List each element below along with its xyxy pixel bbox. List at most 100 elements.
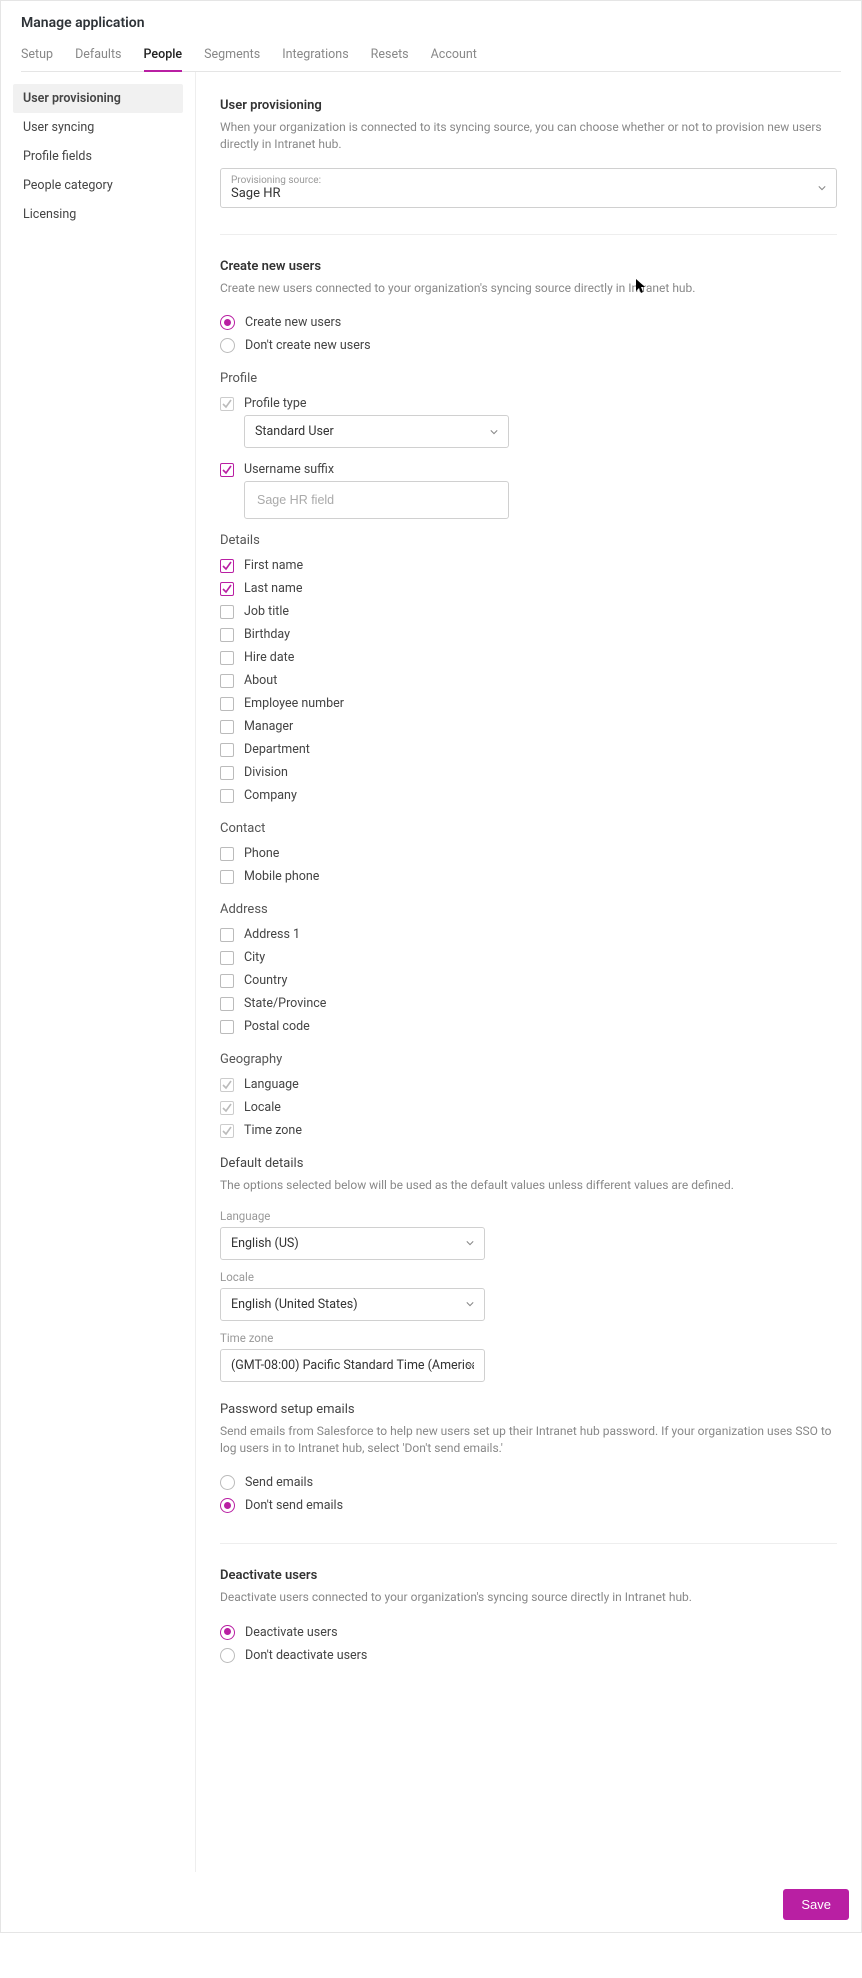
tab-people[interactable]: People [144,41,183,72]
deactivate-users-radio-label-1: Don't deactivate users [245,1648,367,1663]
create-users-radio-0[interactable] [220,315,235,330]
provisioning-source-select[interactable]: Provisioning source: Sage HR [220,168,837,208]
details-checkbox-6[interactable] [220,697,234,711]
profile-type-checkbox[interactable] [220,397,234,411]
details-label-9: Division [244,765,288,780]
sidebar: User provisioningUser syncingProfile fie… [1,72,196,1872]
chevron-down-icon [818,185,826,190]
default-0-select[interactable]: English (US) [220,1227,485,1260]
section-desc: When your organization is connected to i… [220,119,837,154]
select-value: Sage HR [231,186,826,201]
password-emails-radio-label-0: Send emails [245,1475,313,1490]
details-checkbox-7[interactable] [220,720,234,734]
username-suffix-input[interactable] [244,481,509,519]
password-emails-radio-label-1: Don't send emails [245,1498,343,1513]
select-value: English (United States) [231,1297,474,1312]
default-2-label: Time zone [220,1331,837,1345]
sidebar-item-profile-fields[interactable]: Profile fields [13,142,183,171]
create-users-radio-1[interactable] [220,338,235,353]
tab-integrations[interactable]: Integrations [282,41,348,71]
password-emails-desc: Send emails from Salesforce to help new … [220,1423,837,1458]
address-checkbox-3[interactable] [220,997,234,1011]
create-users-radio-label-0: Create new users [245,315,341,330]
details-checkbox-5[interactable] [220,674,234,688]
tab-segments[interactable]: Segments [204,41,260,71]
details-label-0: First name [244,558,303,573]
profile-type-select[interactable]: Standard User [244,415,509,448]
deactivate-users-radio-label-0: Deactivate users [245,1625,338,1640]
default-1-select[interactable]: English (United States) [220,1288,485,1321]
address-label-3: State/Province [244,996,326,1011]
details-label-7: Manager [244,719,293,734]
geography-heading: Geography [220,1052,837,1067]
top-tabs: Setup Defaults People Segments Integrations R… [21,41,841,72]
default-0-label: Language [220,1209,837,1223]
deactivate-users-radio-0[interactable] [220,1625,235,1640]
password-emails-radio-1[interactable] [220,1498,235,1513]
sidebar-item-licensing[interactable]: Licensing [13,200,183,229]
details-label-4: Hire date [244,650,294,665]
tab-account[interactable]: Account [431,41,477,71]
select-value: Standard User [255,424,498,439]
geography-checkbox-1[interactable] [220,1101,234,1115]
default-2-select[interactable]: (GMT-08:00) Pacific Standard Time (Ameri… [220,1349,485,1382]
geography-checkbox-2[interactable] [220,1124,234,1138]
default-1-label: Locale [220,1270,837,1284]
chevron-down-icon [466,1241,474,1246]
profile-type-label: Profile type [244,396,306,411]
geography-label-1: Locale [244,1100,281,1115]
create-users-radio-label-1: Don't create new users [245,338,371,353]
section-desc: Deactivate users connected to your organ… [220,1589,837,1606]
details-checkbox-1[interactable] [220,582,234,596]
section-title: User provisioning [220,98,837,113]
page-title: Manage application [21,15,841,31]
details-checkbox-4[interactable] [220,651,234,665]
details-checkbox-8[interactable] [220,743,234,757]
details-checkbox-2[interactable] [220,605,234,619]
contact-heading: Contact [220,821,837,836]
contact-label-0: Phone [244,846,279,861]
password-emails-heading: Password setup emails [220,1402,837,1417]
section-desc: Create new users connected to your organ… [220,280,837,297]
default-details-desc: The options selected below will be used … [220,1177,837,1194]
deactivate-users-radio-1[interactable] [220,1648,235,1663]
password-emails-radio-0[interactable] [220,1475,235,1490]
details-checkbox-10[interactable] [220,789,234,803]
address-checkbox-2[interactable] [220,974,234,988]
address-checkbox-1[interactable] [220,951,234,965]
address-checkbox-0[interactable] [220,928,234,942]
sidebar-item-people-category[interactable]: People category [13,171,183,200]
profile-heading: Profile [220,371,837,386]
tab-setup[interactable]: Setup [21,41,53,71]
save-button[interactable]: Save [783,1889,849,1920]
address-label-2: Country [244,973,287,988]
details-label-3: Birthday [244,627,290,642]
chevron-down-icon [490,429,498,434]
tab-defaults[interactable]: Defaults [75,41,121,71]
chevron-down-icon [466,1363,474,1368]
tab-resets[interactable]: Resets [371,41,409,71]
sidebar-item-user-provisioning[interactable]: User provisioning [13,84,183,113]
contact-checkbox-1[interactable] [220,870,234,884]
contact-label-1: Mobile phone [244,869,319,884]
geography-label-2: Time zone [244,1123,302,1138]
details-checkbox-3[interactable] [220,628,234,642]
details-checkbox-0[interactable] [220,559,234,573]
section-title: Deactivate users [220,1568,837,1583]
address-label-4: Postal code [244,1019,310,1034]
details-checkbox-9[interactable] [220,766,234,780]
contact-checkbox-0[interactable] [220,847,234,861]
details-label-6: Employee number [244,696,344,711]
geography-checkbox-0[interactable] [220,1078,234,1092]
details-label-2: Job title [244,604,289,619]
select-label: Provisioning source: [231,175,826,186]
username-suffix-checkbox[interactable] [220,463,234,477]
address-checkbox-4[interactable] [220,1020,234,1034]
sidebar-item-user-syncing[interactable]: User syncing [13,113,183,142]
details-heading: Details [220,533,837,548]
section-user-provisioning: User provisioning When your organization… [220,92,837,228]
default-details-heading: Default details [220,1156,837,1171]
section-deactivate-users: Deactivate users Deactivate users connec… [220,1543,837,1686]
username-suffix-label: Username suffix [244,462,334,477]
details-label-10: Company [244,788,297,803]
